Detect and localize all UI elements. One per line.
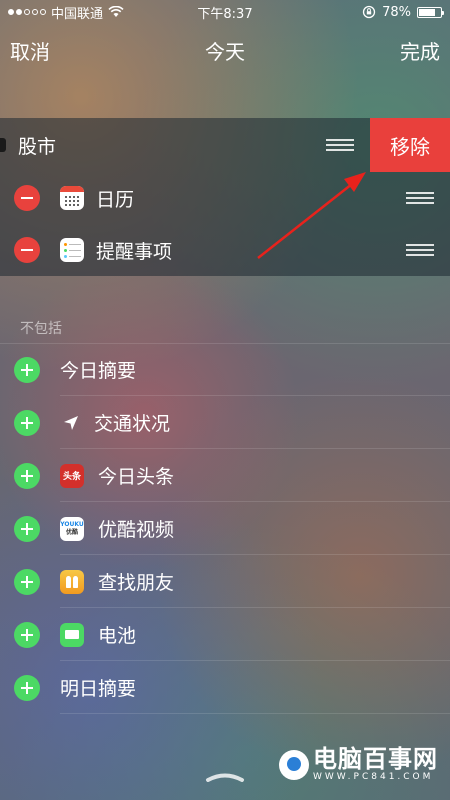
status-time: 下午8:37 [197,6,253,22]
watermark-logo-icon [279,749,309,780]
widget-label-toutiao: 今日头条 [98,466,175,488]
add-plus-button[interactable] [14,462,40,489]
add-plus-button[interactable] [14,621,40,648]
add-plus-button[interactable] [14,356,40,383]
widget-label-youku: 优酷视频 [98,519,175,541]
widget-row-battery: 电池 [0,608,450,661]
reorder-handle-icon[interactable] [406,192,434,204]
widget-row-calendar: 日历 [0,172,450,224]
section-header-excluded: 不包括 [20,321,62,337]
reorder-handle-icon[interactable] [406,244,434,256]
add-plus-button[interactable] [14,568,40,595]
widget-label-stocks: 股市 [18,135,57,158]
widget-row-today-summary: 今日摘要 [0,343,450,396]
toutiao-icon: 头条 [60,463,84,488]
delete-minus-button[interactable] [14,237,40,263]
calendar-icon [60,186,84,210]
find-friends-icon [60,569,84,594]
widget-label-reminders: 提醒事项 [96,240,173,263]
youku-icon: YOUKU 优酷 [60,516,84,541]
widget-label-calendar: 日历 [96,188,135,211]
add-plus-button[interactable] [14,515,40,542]
widget-row-youku: YOUKU 优酷 优酷视频 [0,502,450,555]
remove-button[interactable]: 移除 [370,118,450,172]
watermark: 电脑百事网 WWW.PC841.COM [279,747,438,782]
nav-bar: 取消 今天 完成 [0,32,450,68]
reorder-handle-icon[interactable] [326,139,354,151]
battery-icon [60,622,84,647]
widget-label-tomorrow-summary: 明日摘要 [60,678,137,700]
excluded-widgets-list: 今日摘要 交通状况 头条 今日头条 YOUKU 优酷 优酷视频 查找朋友 电池 明… [0,343,450,714]
status-bar: 中国联通 下午8:37 78% [0,0,450,24]
included-widgets-list: 股市 移除 日历 提醒事项 [0,118,450,276]
widget-row-find-friends: 查找朋友 [0,555,450,608]
reminders-icon [60,238,84,262]
pull-handle-icon[interactable] [205,770,245,782]
add-plus-button[interactable] [14,674,40,701]
done-button[interactable]: 完成 [400,36,440,65]
widget-label-battery: 电池 [98,625,137,647]
battery-indicator-icon [417,6,444,18]
page-title: 今天 [205,39,245,64]
stocks-icon [0,138,6,152]
widget-row-stocks[interactable]: 股市 移除 [0,118,450,172]
delete-minus-button[interactable] [14,185,40,211]
widget-row-traffic: 交通状况 [0,396,450,449]
cancel-button[interactable]: 取消 [10,36,50,65]
watermark-text: 电脑百事网 WWW.PC841.COM [313,745,438,782]
location-arrow-icon [64,415,78,430]
widget-row-reminders: 提醒事项 [0,224,450,276]
widget-label-today-summary: 今日摘要 [60,360,137,382]
widget-row-tomorrow-summary: 明日摘要 [0,661,450,714]
widget-label-traffic: 交通状况 [94,413,171,435]
widget-row-toutiao: 头条 今日头条 [0,449,450,502]
widget-label-find-friends: 查找朋友 [98,572,175,594]
add-plus-button[interactable] [14,409,40,436]
